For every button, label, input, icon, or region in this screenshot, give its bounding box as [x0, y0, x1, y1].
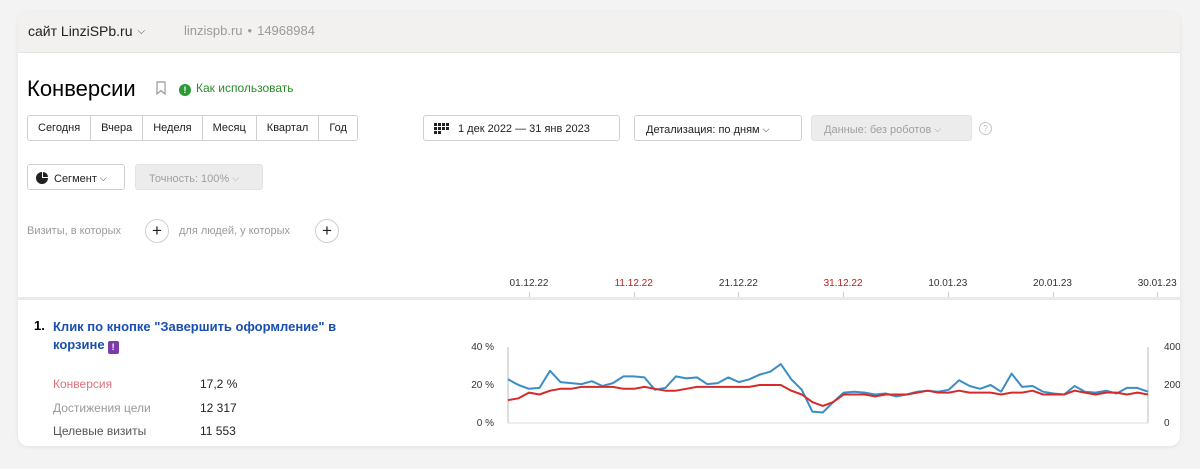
- chevron-down-icon: ⌵: [99, 173, 107, 183]
- chevron-down-icon: ⌵: [762, 124, 770, 134]
- period-tabs: Сегодня Вчера Неделя Месяц Квартал Год: [27, 115, 358, 141]
- y-right-tick-label: 0: [1164, 418, 1170, 429]
- info-icon: !: [179, 84, 191, 96]
- date-range-button[interactable]: 1 дек 2022 — 31 янв 2023: [423, 115, 620, 141]
- y-left-tick-label: 0 %: [477, 418, 494, 429]
- period-tab-yesterday[interactable]: Вчера: [91, 116, 144, 140]
- data-select[interactable]: Данные: без роботов ⌵: [811, 115, 972, 141]
- detail-select[interactable]: Детализация: по дням ⌵: [634, 115, 802, 141]
- timeline-tick-label: 20.01.23: [1033, 278, 1072, 289]
- metric-goal-reaches-value: 12 317: [200, 401, 237, 415]
- howto-link[interactable]: ! Как использовать: [179, 81, 294, 96]
- period-tab-quarter[interactable]: Квартал: [257, 116, 320, 140]
- timeline-tick-label: 11.12.22: [614, 278, 653, 289]
- timeline-tick-label: 01.12.22: [509, 278, 549, 289]
- chevron-down-icon: ⌵: [232, 173, 240, 183]
- detail-select-label: Детализация: по дням: [646, 124, 760, 136]
- y-left-tick-label: 40 %: [471, 342, 494, 353]
- y-left-tick-label: 20 %: [471, 380, 494, 391]
- chevron-down-icon: ⌵: [137, 26, 146, 37]
- report-window: сайт LinziSPb.ru ⌵ linzispb.ru • 14968984 К…: [18, 12, 1180, 446]
- metric-conversion-label: Конверсия: [53, 377, 113, 391]
- howto-label: Как использовать: [196, 81, 294, 95]
- metric-conversion-value: 17,2 %: [200, 377, 238, 391]
- site-selector[interactable]: сайт LinziSPb.ru ⌵: [28, 23, 145, 39]
- page-title: Конверсии: [27, 76, 136, 101]
- site-selector-label: сайт LinziSPb.ru: [28, 23, 133, 39]
- counter-id: 14968984: [257, 23, 315, 38]
- segment-button[interactable]: Сегмент ⌵: [27, 164, 125, 190]
- calendar-icon: [434, 123, 449, 134]
- period-tab-year[interactable]: Год: [319, 116, 357, 140]
- y-right-tick-label: 200: [1164, 380, 1180, 391]
- timeline-tick-label: 10.01.23: [928, 278, 968, 289]
- target-visits-series-line: [507, 363, 1149, 414]
- separator-dot: •: [247, 23, 253, 38]
- chevron-down-icon: ⌵: [934, 124, 942, 134]
- period-tab-today[interactable]: Сегодня: [28, 116, 92, 140]
- timeline-tick-label: 31.12.22: [823, 278, 863, 289]
- goal-title-link[interactable]: Клик по кнопке "Завершить оформление" в …: [53, 318, 383, 354]
- conversion-chart: 40 % 20 % 0 % 400 200 0: [471, 342, 1180, 429]
- data-select-label: Данные: без роботов: [824, 124, 932, 136]
- metric-target-visits-value: 11 553: [200, 424, 236, 438]
- add-people-filter-button[interactable]: +: [315, 219, 339, 243]
- bookmark-icon[interactable]: [156, 81, 166, 95]
- period-tab-month[interactable]: Месяц: [203, 116, 257, 140]
- top-bar: сайт LinziSPb.ru ⌵ linzispb.ru • 14968984: [18, 12, 1180, 53]
- y-right-tick-label: 400: [1164, 342, 1180, 353]
- people-filter-label: для людей, у которых: [179, 225, 290, 237]
- metric-goal-reaches-label: Достижения цели: [53, 401, 151, 415]
- accuracy-select[interactable]: Точность: 100% ⌵: [135, 164, 263, 190]
- goal-number: 1.: [34, 318, 45, 333]
- timeline-tick-label: 30.01.23: [1137, 278, 1177, 289]
- conversion-series-line: [507, 384, 1149, 407]
- segment-label: Сегмент: [54, 173, 97, 185]
- site-domain: linzispb.ru: [184, 23, 243, 38]
- timeline-tick-label: 21.12.22: [718, 278, 758, 289]
- timeline-divider: [18, 297, 1180, 300]
- visits-filter-label: Визиты, в которых: [27, 225, 121, 237]
- pie-chart-icon: [36, 172, 48, 184]
- goal-type-icon: !: [107, 341, 119, 354]
- accuracy-label: Точность: 100%: [149, 173, 230, 185]
- help-icon[interactable]: ?: [979, 122, 992, 135]
- add-visits-filter-button[interactable]: +: [145, 219, 169, 243]
- date-range-label: 1 дек 2022 — 31 янв 2023: [458, 123, 590, 135]
- metric-target-visits-label: Целевые визиты: [53, 424, 147, 438]
- goal-title: Клик по кнопке "Завершить оформление" в …: [53, 319, 337, 352]
- period-tab-week[interactable]: Неделя: [143, 116, 203, 140]
- counter-info: linzispb.ru • 14968984: [184, 23, 315, 38]
